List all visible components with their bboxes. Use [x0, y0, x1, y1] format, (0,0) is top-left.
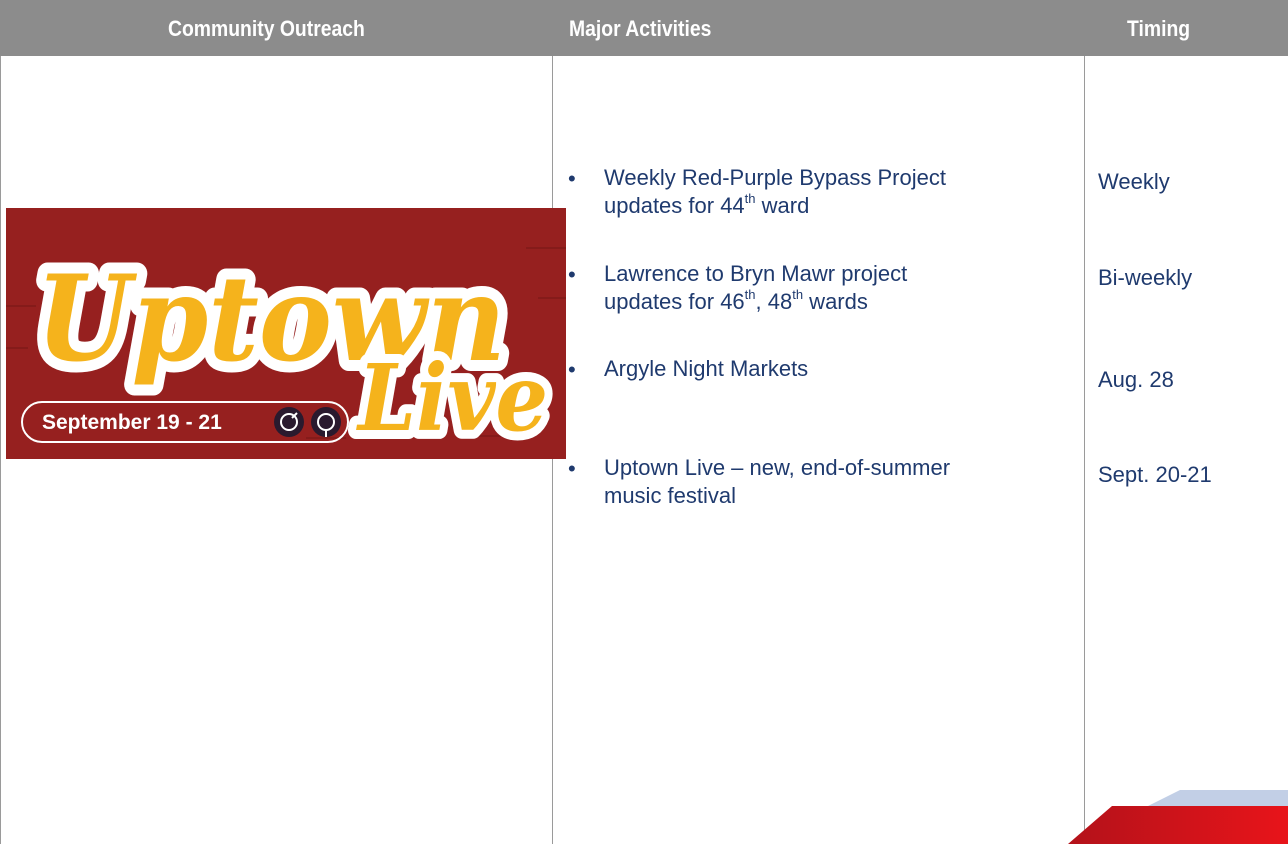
- table-header-row: Community Outreach Major Activities Timi…: [0, 0, 1288, 56]
- ordinal-suffix: th: [744, 190, 756, 206]
- corner-accent-red: [1068, 806, 1288, 844]
- column-divider-left: [0, 56, 1, 844]
- activity-3-line-1: Argyle Night Markets: [604, 356, 809, 381]
- timing-4: Sept. 20-21: [1098, 462, 1212, 487]
- activity-item-4: Uptown Live – new, end-of-summer music f…: [604, 454, 1064, 510]
- activity-item-3: Argyle Night Markets: [604, 355, 1064, 383]
- banner-dates: September 19 - 21: [42, 411, 222, 434]
- corner-accent-blue: [1148, 790, 1288, 806]
- activity-item-1: Weekly Red-Purple Bypass Project updates…: [604, 164, 1064, 220]
- timing-1: Weekly: [1098, 169, 1170, 194]
- knob-icon: [311, 407, 341, 437]
- activity-item-2: Lawrence to Bryn Mawr project updates fo…: [604, 260, 1064, 316]
- corner-accent: [1068, 790, 1288, 844]
- header-timing: Timing: [1127, 16, 1191, 41]
- activity-2-line-2-end: wards: [803, 289, 868, 314]
- activity-1-line-1: Weekly Red-Purple Bypass Project: [604, 165, 946, 190]
- knob-icon: [274, 407, 304, 437]
- timing-3: Aug. 28: [1098, 367, 1174, 392]
- ordinal-suffix: th: [744, 286, 756, 302]
- activity-4-line-2: music festival: [604, 483, 737, 508]
- activity-2-line-2: updates for 46: [604, 289, 745, 314]
- header-community-outreach: Community Outreach: [168, 16, 365, 41]
- uptown-live-banner: Uptown Uptown Live Live September 19 - 2…: [6, 208, 566, 459]
- activity-1-line-2: updates for 44: [604, 193, 745, 218]
- ordinal-suffix: th: [792, 286, 804, 302]
- column-divider-2: [1084, 56, 1085, 844]
- activity-1-line-2-end: ward: [755, 193, 810, 218]
- bullet-icon: •: [568, 262, 576, 287]
- timing-2: Bi-weekly: [1098, 265, 1193, 290]
- activity-2-line-1: Lawrence to Bryn Mawr project: [604, 261, 908, 286]
- activity-2-line-2-mid: , 48: [755, 289, 793, 314]
- activity-4-line-1: Uptown Live – new, end-of-summer: [604, 455, 951, 480]
- header-major-activities: Major Activities: [569, 16, 712, 41]
- bullet-icon: •: [568, 456, 576, 481]
- bullet-icon: •: [568, 166, 576, 191]
- logo-word-live: Live: [355, 344, 548, 452]
- bullet-icon: •: [568, 357, 576, 382]
